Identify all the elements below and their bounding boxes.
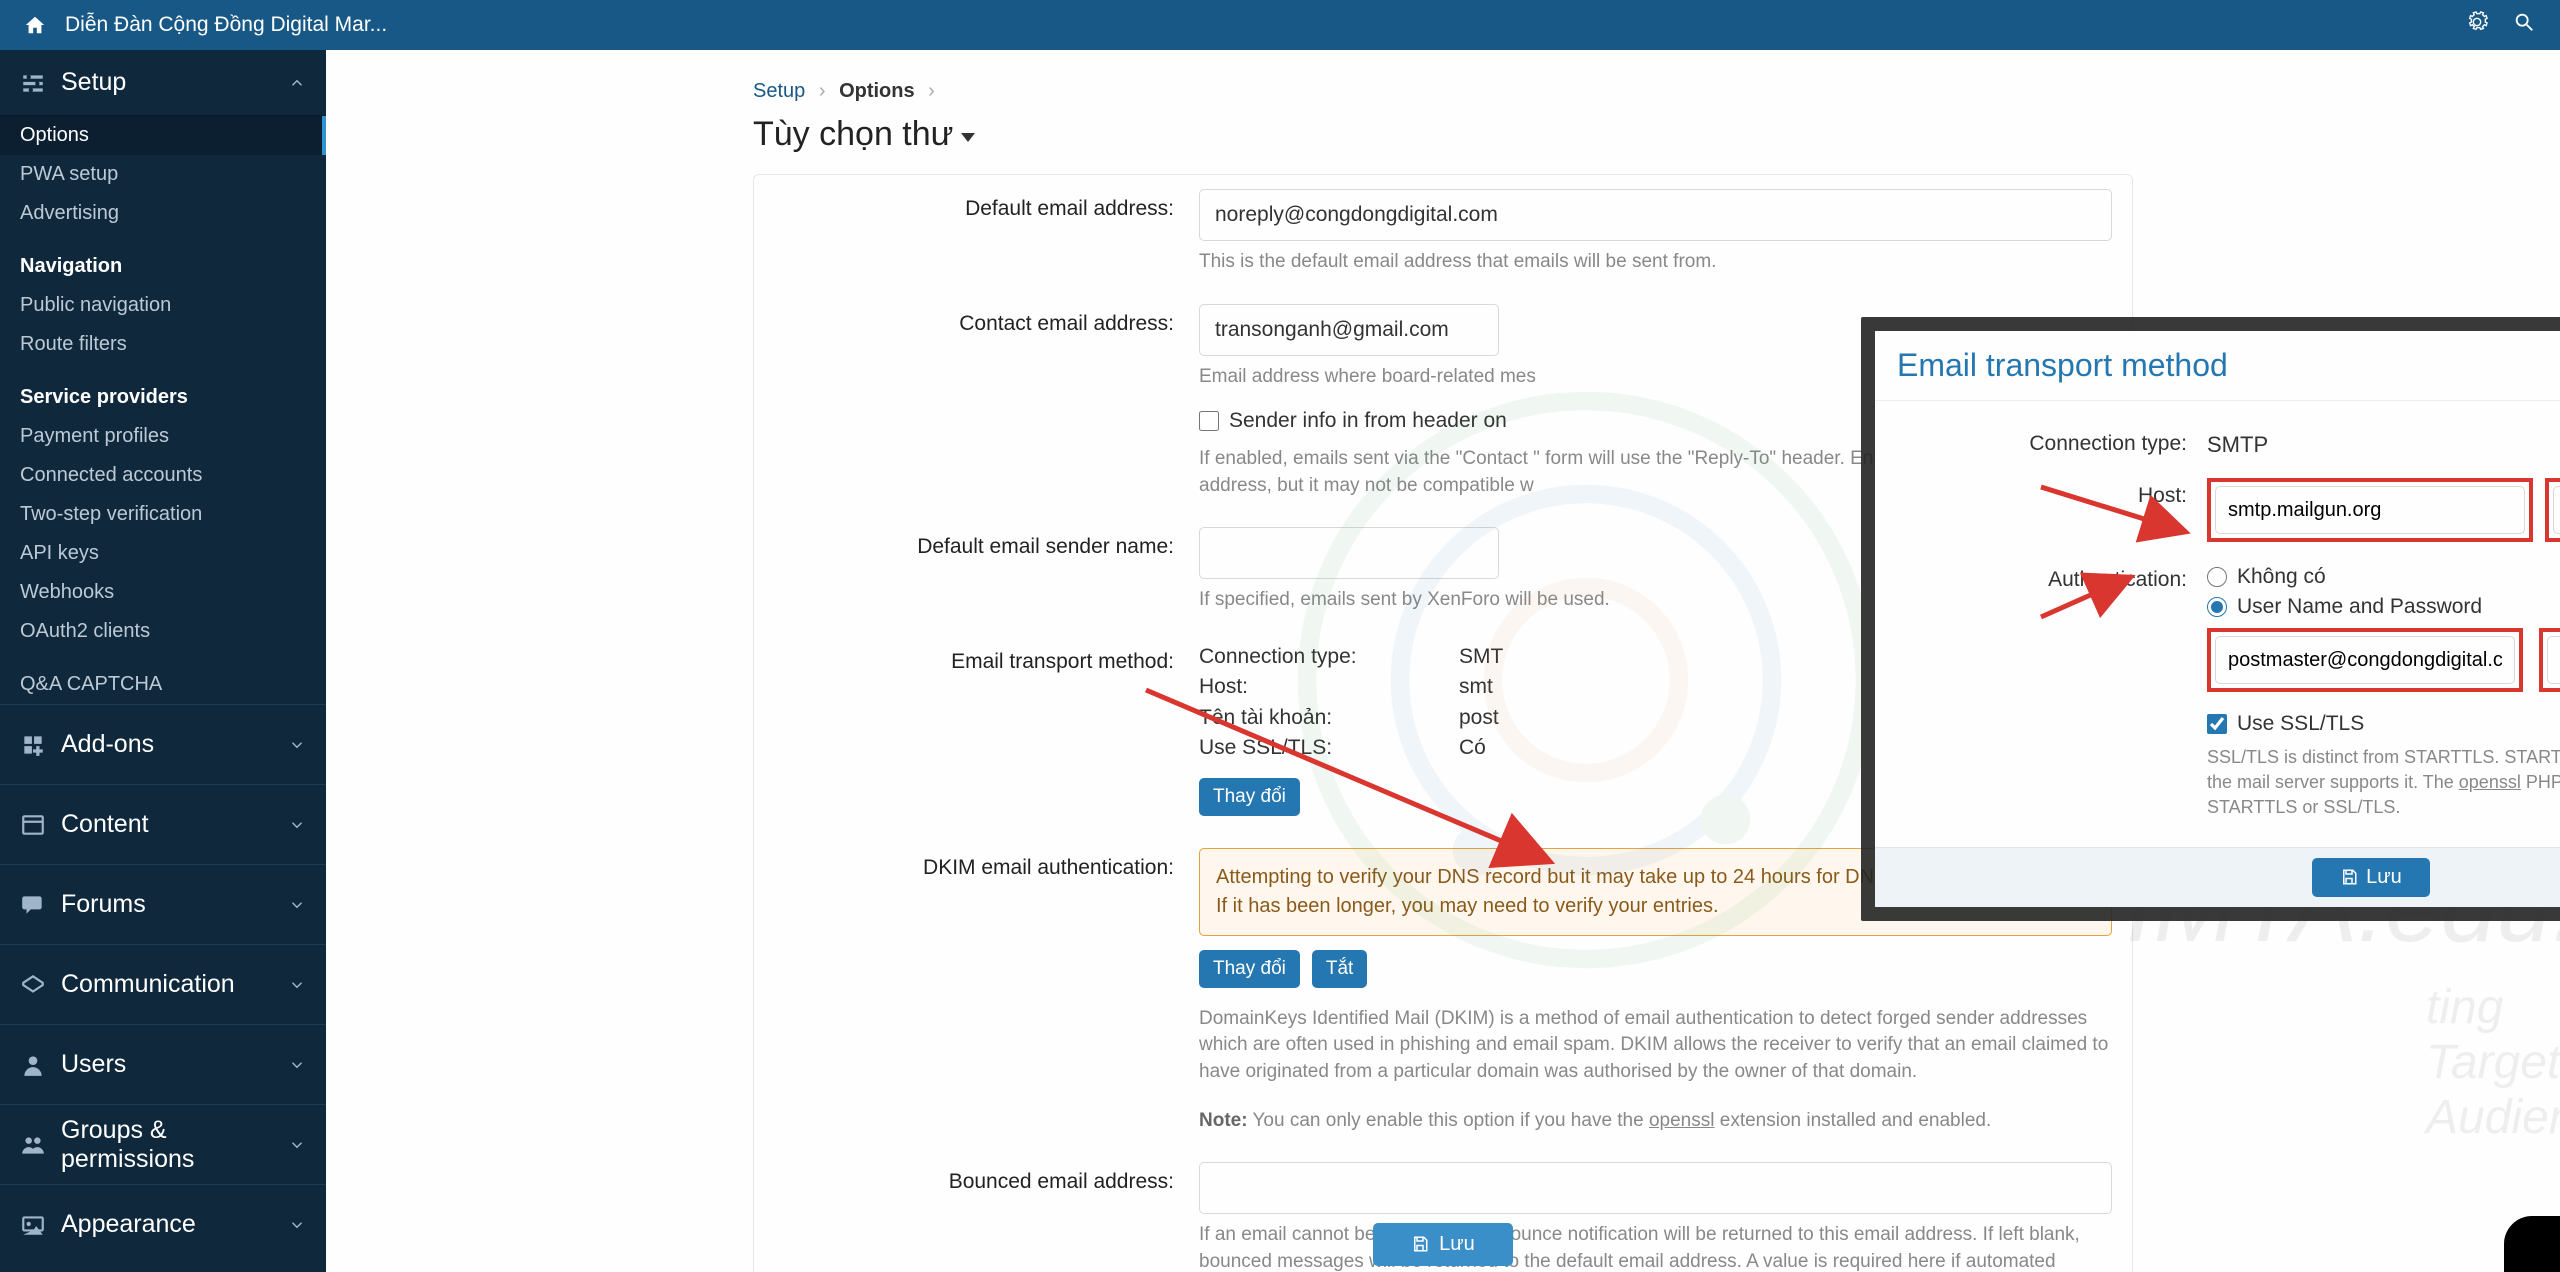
transport-change-button[interactable]: Thay đổi: [1199, 778, 1300, 816]
sidebar-item-qa-captcha[interactable]: Q&A CAPTCHA: [0, 665, 326, 704]
main: IMTA.edu.vn ting Target Audience Setup ›…: [326, 50, 2560, 1272]
dkim-off-button[interactable]: Tắt: [1312, 950, 1367, 988]
sidebar-users[interactable]: Users: [0, 1024, 326, 1104]
sidebar-appearance[interactable]: Appearance: [0, 1184, 326, 1264]
sidebar-item-connected-accounts[interactable]: Connected accounts: [0, 456, 326, 495]
sidebar-content[interactable]: Content: [0, 784, 326, 864]
sidebar-item-webhooks[interactable]: Webhooks: [0, 573, 326, 612]
sidebar-item-advertising[interactable]: Advertising: [0, 194, 326, 233]
dkim-hint: DomainKeys Identified Mail (DKIM) is a m…: [1199, 998, 2112, 1100]
sidebar-item-api-keys[interactable]: API keys: [0, 534, 326, 573]
modal-ssl-hint: SSL/TLS is distinct from STARTTLS. START…: [2207, 741, 2560, 827]
settings-icon[interactable]: [2466, 11, 2488, 39]
sidebar: Setup Options PWA setup Advertising Navi…: [0, 50, 326, 1272]
modal-save-button[interactable]: Lưu: [2312, 858, 2430, 897]
caret-down-icon: [961, 133, 975, 142]
dkim-change-button[interactable]: Thay đổi: [1199, 950, 1300, 988]
modal-host-input[interactable]: [2215, 486, 2525, 534]
sidebar-addons[interactable]: Add-ons: [0, 704, 326, 784]
modal-conn-label: Connection type:: [1897, 426, 2207, 458]
feedback-button[interactable]: [2504, 1216, 2560, 1272]
chevron-up-icon: [288, 74, 306, 92]
sidebar-forums[interactable]: Forums: [0, 864, 326, 944]
dkim-note: Note: You can only enable this option if…: [1199, 1100, 2112, 1149]
sidebar-subhead-service-providers: Service providers: [0, 378, 326, 417]
breadcrumb-options[interactable]: Options: [839, 80, 915, 102]
default-email-hint: This is the default email address that e…: [1199, 241, 2112, 290]
sidebar-groups[interactable]: Groups & permissions: [0, 1104, 326, 1184]
modal-host-label: Host:: [1897, 478, 2207, 542]
app-title: Diễn Đàn Cộng Đồng Digital Mar...: [55, 13, 2466, 37]
sender-name-label: Default email sender name:: [754, 527, 1199, 628]
search-icon[interactable]: [2513, 11, 2535, 39]
topbar: Diễn Đàn Cộng Đồng Digital Mar...: [0, 0, 2560, 50]
sidebar-item-route-filters[interactable]: Route filters: [0, 325, 326, 364]
dkim-label: DKIM email authentication:: [754, 848, 1199, 1148]
contact-email-input[interactable]: [1199, 304, 1499, 356]
watermark-subtext: ting Target Audience: [2426, 980, 2560, 1145]
sidebar-subhead-navigation: Navigation: [0, 247, 326, 286]
modal-username-input[interactable]: [2215, 636, 2515, 684]
modal-conn-value: SMTP: [2207, 426, 2560, 458]
sidebar-item-public-navigation[interactable]: Public navigation: [0, 286, 326, 325]
sidebar-item-options[interactable]: Options: [0, 116, 326, 155]
modal-auth-userpass-radio[interactable]: User Name and Password: [2207, 592, 2560, 622]
transport-label: Email transport method:: [754, 642, 1199, 834]
modal-auth-label: Authentication:: [1897, 562, 2207, 827]
sidebar-item-two-step[interactable]: Two-step verification: [0, 495, 326, 534]
save-bar: Lưu: [326, 1216, 2560, 1272]
modal-ssl-checkbox[interactable]: Use SSL/TLS: [2207, 698, 2560, 741]
bounce-input[interactable]: [1199, 1162, 2112, 1214]
home-icon[interactable]: [15, 14, 55, 36]
default-email-input[interactable]: [1199, 189, 2112, 241]
save-icon: [1411, 1235, 1429, 1253]
save-icon: [2340, 868, 2358, 886]
modal-backdrop: Email transport method Connection type: …: [1861, 317, 2560, 921]
sender-name-input[interactable]: [1199, 527, 1499, 579]
sidebar-communication[interactable]: Communication: [0, 944, 326, 1024]
page-title[interactable]: Tùy chọn thư: [753, 113, 2133, 174]
sidebar-item-pwa[interactable]: PWA setup: [0, 155, 326, 194]
modal-port-input[interactable]: [2553, 486, 2560, 534]
page-save-button[interactable]: Lưu: [1373, 1223, 1513, 1266]
modal-title: Email transport method: [1897, 347, 2228, 384]
sidebar-item-payment-profiles[interactable]: Payment profiles: [0, 417, 326, 456]
breadcrumb: Setup › Options ›: [753, 75, 2133, 113]
contact-email-label: Contact email address:: [754, 304, 1199, 514]
sidebar-item-oauth2[interactable]: OAuth2 clients: [0, 612, 326, 651]
default-email-label: Default email address:: [754, 189, 1199, 290]
modal-password-input[interactable]: [2547, 636, 2560, 684]
email-transport-modal: Email transport method Connection type: …: [1875, 331, 2560, 907]
sidebar-setup-header[interactable]: Setup: [0, 50, 326, 116]
breadcrumb-setup[interactable]: Setup: [753, 80, 805, 102]
modal-auth-none-radio[interactable]: Không có: [2207, 562, 2560, 592]
